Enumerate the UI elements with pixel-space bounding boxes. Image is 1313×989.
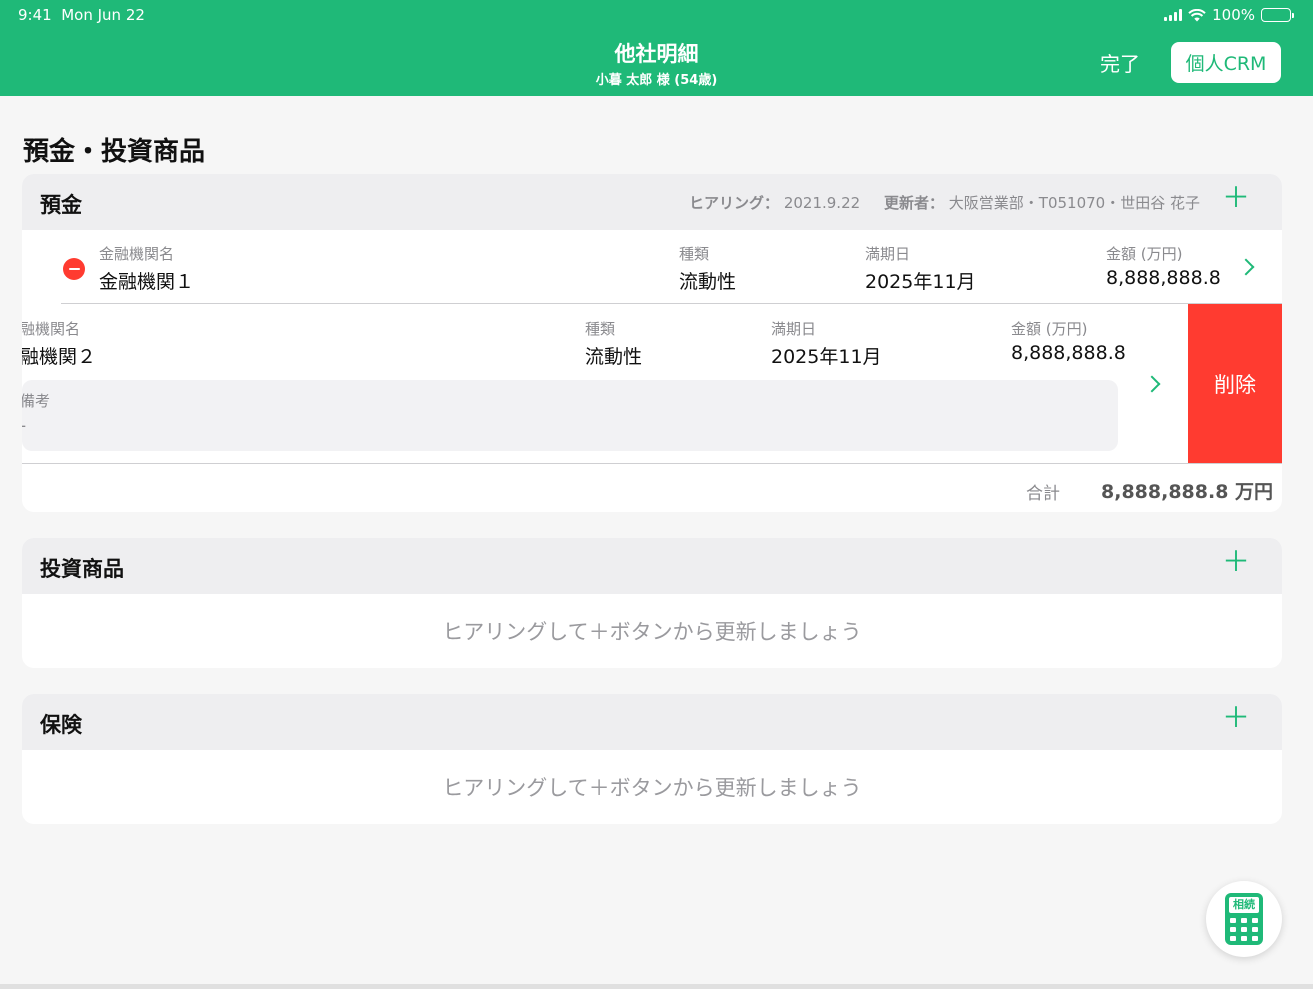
- maturity-label: 満期日: [865, 245, 911, 263]
- maturity-label: 満期日: [771, 320, 817, 338]
- deposit-title: 預金: [40, 193, 82, 217]
- type-label: 種類: [679, 245, 710, 263]
- personal-crm-button[interactable]: 個人CRM: [1171, 42, 1281, 83]
- total-label: 合計: [1026, 484, 1060, 504]
- calculator-label: 相続: [1229, 897, 1259, 913]
- inheritance-calculator-button[interactable]: 相続: [1206, 881, 1282, 957]
- delete-toggle-icon[interactable]: [63, 258, 85, 280]
- amount-label: 金額 (万円): [1011, 320, 1088, 338]
- section-heading: 預金・投資商品: [23, 137, 206, 167]
- total-row: 合計 8,888,888.8 万円: [22, 463, 1282, 512]
- amount-label: 金額 (万円): [1106, 245, 1183, 263]
- insurance-header: 保険 ＋: [22, 694, 1282, 750]
- investment-empty-message: ヒアリングして＋ボタンから更新しましょう: [442, 620, 862, 644]
- institution-name: 融機関２: [22, 346, 97, 368]
- investment-title: 投資商品: [40, 557, 124, 581]
- battery-icon: [1261, 8, 1294, 22]
- wifi-icon: [1188, 8, 1206, 21]
- calculator-icon: 相続: [1225, 893, 1263, 945]
- insurance-card: 保険 ＋ ヒアリングして＋ボタンから更新しましょう: [22, 694, 1282, 824]
- deposit-header: 預金 ヒアリング： 2021.9.22 更新者： 大阪営業部・T051070・世…: [22, 174, 1282, 230]
- remark-value: -: [22, 416, 26, 436]
- institution-name: 金融機関１: [99, 271, 195, 293]
- investment-header: 投資商品 ＋: [22, 538, 1282, 594]
- insurance-empty-message: ヒアリングして＋ボタンから更新しましょう: [442, 776, 862, 800]
- type-value: 流動性: [679, 271, 737, 293]
- type-value: 流動性: [585, 346, 643, 368]
- done-button[interactable]: 完了: [1100, 48, 1140, 77]
- deposit-row-swiped[interactable]: 融機関名 融機関２ 種類 流動性 満期日 2025年11月 金額 (万円) 8,…: [22, 304, 1282, 464]
- institution-label: 金融機関名: [99, 245, 175, 263]
- add-insurance-button[interactable]: ＋: [1222, 704, 1250, 732]
- institution-label: 融機関名: [22, 320, 81, 338]
- add-deposit-button[interactable]: ＋: [1222, 184, 1250, 212]
- chevron-right-icon[interactable]: [1143, 375, 1161, 393]
- maturity-value: 2025年11月: [865, 271, 976, 293]
- chevron-right-icon[interactable]: [1237, 258, 1255, 276]
- deposit-card: 預金 ヒアリング： 2021.9.22 更新者： 大阪営業部・T051070・世…: [22, 174, 1282, 512]
- investment-card: 投資商品 ＋ ヒアリングして＋ボタンから更新しましょう: [22, 538, 1282, 668]
- deposit-row[interactable]: 金融機関名 金融機関１ 種類 流動性 満期日 2025年11月 金額 (万円) …: [22, 230, 1282, 304]
- battery-percent: 100%: [1212, 6, 1255, 24]
- remark-box: 備考 -: [22, 380, 1118, 451]
- deposit-meta: ヒアリング： 2021.9.22 更新者： 大阪営業部・T051070・世田谷 …: [689, 194, 1200, 212]
- amount-value: 8,888,888.8: [1011, 342, 1126, 364]
- remark-label: 備考: [22, 392, 51, 410]
- status-time: 9:41 Mon Jun 22: [18, 6, 145, 24]
- delete-button[interactable]: 削除: [1188, 304, 1282, 463]
- total-value: 8,888,888.8 万円: [1101, 481, 1274, 503]
- maturity-value: 2025年11月: [771, 346, 882, 368]
- status-right: 100%: [1164, 6, 1294, 24]
- insurance-title: 保険: [40, 713, 82, 737]
- add-investment-button[interactable]: ＋: [1222, 548, 1250, 576]
- bottom-edge: [0, 984, 1313, 989]
- status-bar: 9:41 Mon Jun 22 100%: [0, 0, 1313, 30]
- amount-value: 8,888,888.8: [1106, 267, 1221, 289]
- signal-icon: [1164, 9, 1183, 21]
- type-label: 種類: [585, 320, 616, 338]
- navigation-bar: 他社明細 小暮 太郎 様 (54歳) 完了 個人CRM: [0, 30, 1313, 96]
